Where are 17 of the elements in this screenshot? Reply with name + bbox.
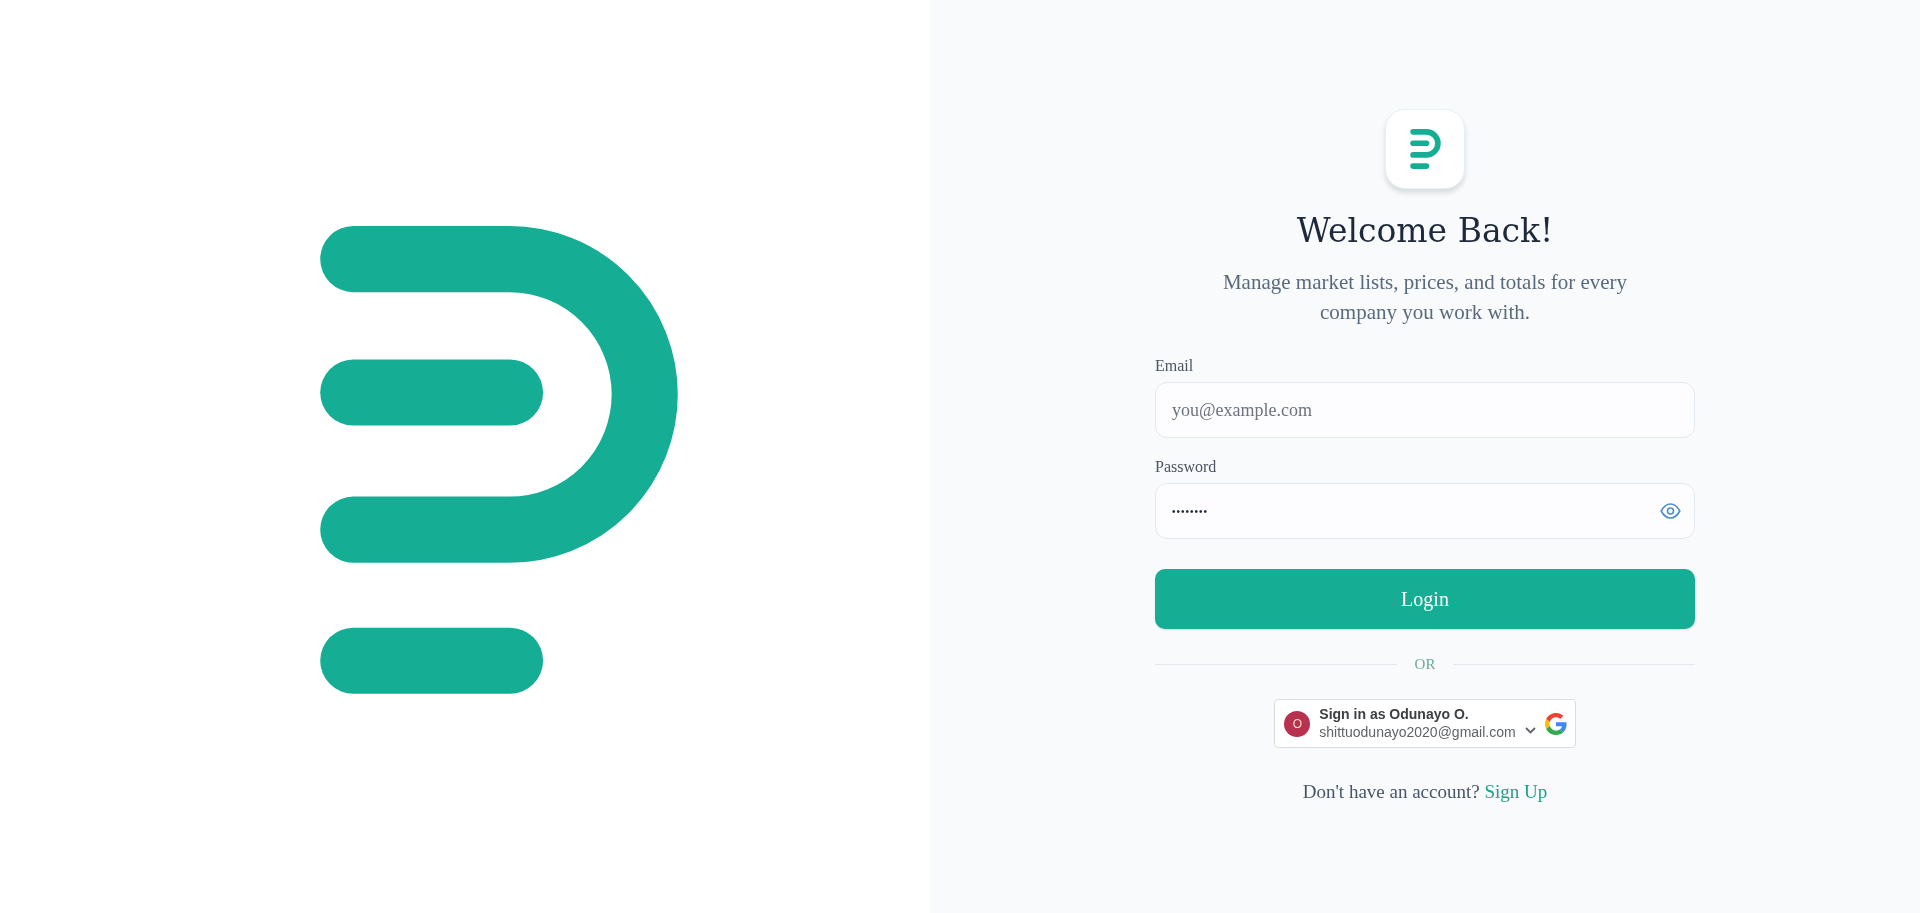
google-sign-in-button[interactable]: O Sign in as Odunayo O. shittuodunayo2020@gmail.com (1274, 699, 1576, 748)
welcome-heading: Welcome Back! (1296, 210, 1554, 252)
email-field[interactable]: you@example.com (1155, 382, 1695, 438)
eye-icon[interactable] (1660, 501, 1681, 521)
divider-label: OR (1414, 655, 1436, 674)
logo-icon (319, 226, 678, 695)
google-logo-icon (1544, 712, 1567, 735)
signup-prompt: Don't have an account? Sign Up (1302, 780, 1548, 804)
chevron-down-icon (1524, 727, 1536, 734)
password-label: Password (1155, 457, 1218, 477)
app-icon (1385, 109, 1465, 189)
subtitle-text: Manage market lists, prices, and totals for every company you work with. (1221, 269, 1629, 326)
password-field[interactable]: •••••••• (1155, 483, 1695, 539)
account-name: Sign in as Odunayo O. (1319, 706, 1470, 723)
account-email: shittuodunayo2020@gmail.com (1319, 723, 1516, 741)
avatar-initial: O (1284, 710, 1311, 737)
email-label: Email (1155, 356, 1195, 376)
